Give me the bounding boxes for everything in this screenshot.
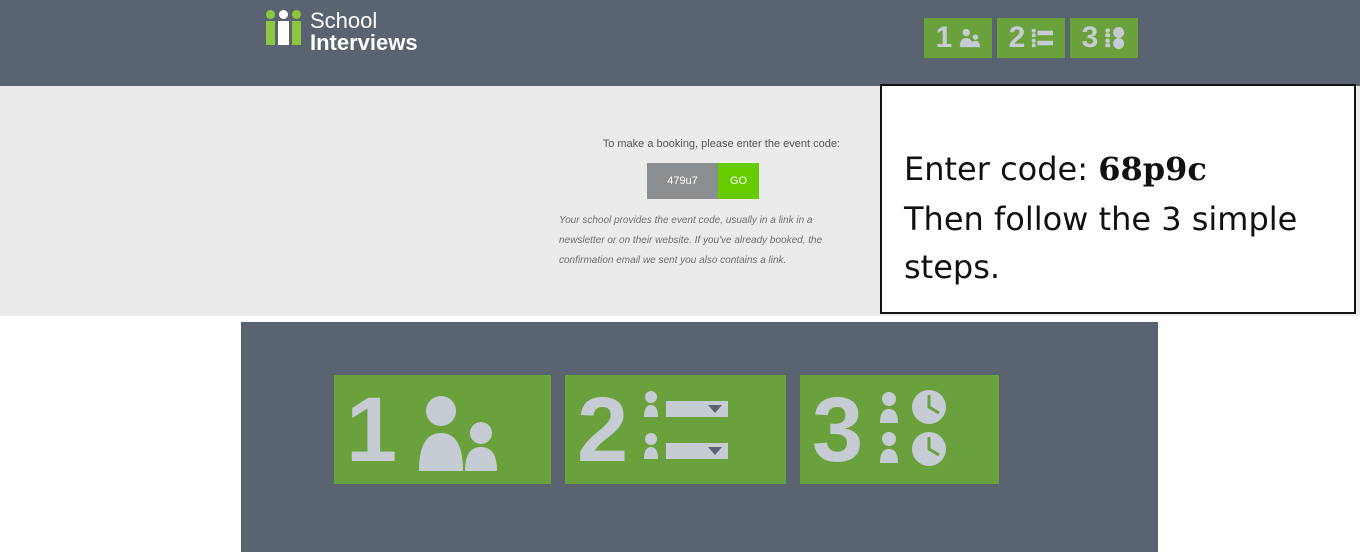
logo[interactable]: School Interviews: [266, 8, 418, 55]
step-number: 1: [346, 378, 398, 481]
note-event-code: 68p9c: [1098, 150, 1207, 188]
people-clock-icon: [880, 389, 947, 466]
event-code-input[interactable]: [647, 163, 718, 199]
event-code-form: GO: [647, 163, 759, 199]
steps-graphic-panel: 1 2 3: [241, 322, 1158, 552]
large-step-3-tile: 3: [800, 375, 999, 484]
note-line-steps: steps.: [904, 248, 1001, 286]
step-number: 1: [935, 21, 953, 54]
step-number: 3: [812, 378, 864, 481]
step-2-tile: 2: [997, 18, 1065, 58]
step-number: 3: [1081, 21, 1099, 54]
step-number: 2: [1008, 21, 1026, 54]
booking-prompt: To make a booking, please enter the even…: [602, 138, 840, 150]
event-code-help-text: Your school provides the event code, usu…: [559, 215, 823, 266]
go-button[interactable]: GO: [718, 163, 759, 199]
people-clock-icon: [1105, 27, 1125, 49]
logo-text-school: School: [310, 8, 378, 33]
header-bar: School Interviews 1 2 3: [0, 0, 1360, 86]
step-3-tile: 3: [1070, 18, 1138, 58]
logo-text-interviews: Interviews: [310, 30, 418, 55]
note-line-follow: Then follow the 3 simple: [904, 200, 1298, 238]
instruction-note-box: Enter code: 68p9c Then follow the 3 simp…: [880, 84, 1356, 314]
school-interviews-logo-icon: [266, 10, 302, 48]
people-dropdown-list-icon: [1032, 28, 1054, 48]
large-step-1-tile: 1: [334, 375, 551, 484]
two-people-icon: [419, 395, 498, 471]
large-step-2-tile: 2: [565, 375, 786, 484]
steps-indicator: 1 2 3: [924, 18, 1138, 58]
note-enter-label: Enter code:: [904, 150, 1099, 188]
step-1-tile: 1: [924, 18, 992, 58]
people-dropdown-list-icon: [644, 390, 729, 459]
step-number: 2: [577, 378, 629, 481]
note-line-enter-code: Enter code: 68p9c: [904, 150, 1207, 188]
steps-graphic: 1 2 3: [334, 375, 999, 484]
two-people-icon: [960, 28, 981, 48]
